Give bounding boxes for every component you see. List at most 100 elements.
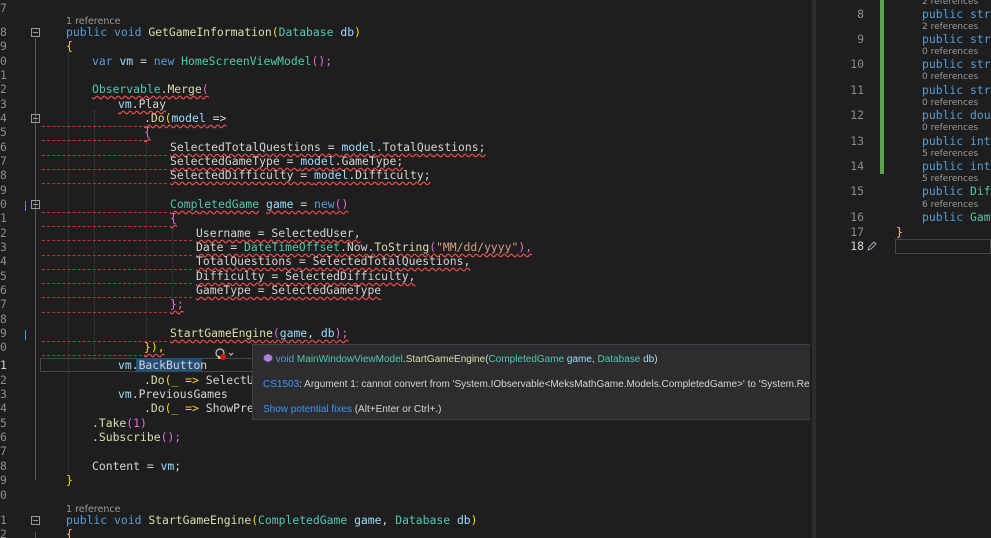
line-number: 4	[0, 111, 7, 125]
code-line[interactable]: Date = DateTimeOffset.Now.ToString("MM/d…	[196, 240, 532, 254]
code-line[interactable]: CompletedGame game = new()	[170, 197, 348, 211]
line-number: 1	[0, 513, 7, 527]
line-number: 6	[0, 140, 7, 154]
line-number: 5	[0, 125, 7, 139]
code-line[interactable]: public stri	[922, 84, 991, 96]
code-line[interactable]: .Subscribe();	[92, 430, 181, 444]
code-line[interactable]: SelectedTotalQuestions = model.TotalQues…	[170, 140, 485, 154]
code-line[interactable]: var vm = new HomeScreenViewModel();	[92, 54, 332, 68]
line-number: 3	[0, 97, 7, 111]
line-number: 0	[0, 340, 7, 354]
code-line[interactable]: public int	[922, 160, 991, 172]
error-region-marker	[42, 266, 192, 270]
line-number: 2	[0, 527, 7, 538]
code-line[interactable]: Difficulty = SelectedDifficulty,	[196, 269, 415, 283]
collapse-toggle[interactable]: −	[31, 28, 40, 37]
outline-guide	[35, 532, 36, 538]
code-line[interactable]: vm.PreviousGames	[118, 387, 228, 401]
code-line[interactable]: }	[66, 473, 73, 487]
line-number: 5	[0, 269, 7, 283]
code-line[interactable]: }),	[144, 340, 165, 354]
line-number: 1	[0, 68, 7, 82]
fix-suggestion: Show potential fixes (Alt+Enter or Ctrl+…	[263, 404, 442, 415]
line-number: 7	[0, 1, 7, 15]
line-number: 9	[0, 39, 7, 53]
code-line[interactable]: vm.BackButton	[118, 358, 207, 372]
code-line[interactable]: {	[170, 211, 177, 225]
line-number: 1	[0, 211, 7, 225]
code-line[interactable]: StartGameEngine(game, db);	[170, 326, 348, 340]
code-line[interactable]: .Do(_ => SelectUs	[144, 373, 261, 387]
line-number: 7	[0, 154, 7, 168]
error-region-marker	[42, 166, 167, 170]
line-number: 13	[850, 134, 864, 148]
editor-pane-left[interactable]: − − − − 7 1 reference 8 9 0 1 2 3 4 5 6 …	[0, 0, 810, 538]
error-region-marker	[42, 237, 192, 241]
line-number: 9	[0, 326, 7, 340]
collapse-toggle[interactable]: −	[31, 200, 40, 209]
line-number: 16	[850, 210, 864, 224]
line-number: 2	[0, 373, 7, 387]
current-line-highlight	[895, 239, 991, 254]
error-region-marker	[42, 123, 147, 127]
code-line[interactable]: TotalQuestions = SelectedTotalQuestions,	[196, 254, 470, 268]
line-number: 8	[0, 459, 7, 473]
line-number: 7	[0, 297, 7, 311]
line-number: 0	[0, 488, 7, 502]
line-number: 18	[850, 239, 864, 253]
code-line[interactable]: public Diff	[922, 185, 991, 197]
line-number: 6	[0, 283, 7, 297]
indent-guide	[68, 52, 69, 476]
code-line[interactable]: public void GetGameInformation(Database …	[66, 25, 361, 39]
line-number: 0	[0, 197, 7, 211]
code-line[interactable]: .Do(model =>	[144, 111, 226, 125]
error-region-marker	[42, 252, 192, 256]
error-region-marker	[42, 309, 167, 313]
code-line[interactable]: .Do(_ => ShowPrev	[144, 401, 261, 415]
collapse-toggle[interactable]: −	[31, 114, 40, 123]
indent-guide	[146, 140, 147, 352]
code-line[interactable]: }	[896, 226, 903, 238]
code-line[interactable]: GameType = SelectedGameType	[196, 283, 381, 297]
code-line[interactable]: public doub	[922, 109, 991, 121]
code-line[interactable]: public stri	[922, 58, 991, 70]
code-lens-references[interactable]: 0 references	[922, 71, 978, 83]
error-code-link[interactable]: CS1503	[263, 379, 299, 390]
code-line[interactable]: };	[170, 297, 184, 311]
code-line[interactable]: public stri	[922, 8, 991, 20]
change-marker	[880, 0, 884, 174]
line-number: 2	[0, 82, 7, 96]
line-number: 10	[850, 57, 864, 71]
error-region-marker	[42, 280, 192, 284]
code-line[interactable]: public Game	[922, 211, 991, 223]
code-line[interactable]: SelectedDifficulty = model.Difficulty;	[170, 168, 431, 182]
collapse-toggle[interactable]: −	[31, 516, 40, 525]
line-number: 3	[0, 387, 7, 401]
show-potential-fixes-link[interactable]: Show potential fixes	[263, 404, 352, 415]
code-line[interactable]: public stri	[922, 33, 991, 45]
code-line[interactable]: Username = SelectedUser,	[196, 226, 361, 240]
code-lens-references[interactable]: 0 references	[922, 122, 978, 134]
line-number: 5	[0, 416, 7, 430]
code-line[interactable]: Observable.Merge(	[92, 82, 209, 96]
method-signature: void MainWindowViewModel.StartGameEngine…	[263, 353, 658, 365]
line-number: 1	[0, 358, 7, 372]
line-number: 11	[850, 83, 864, 97]
code-line[interactable]: vm.Play	[118, 97, 166, 111]
code-line[interactable]: SelectedGameType = model.GameType;	[170, 154, 403, 168]
error-quick-info-tooltip: void MainWindowViewModel.StartGameEngine…	[252, 344, 810, 420]
code-line[interactable]: {	[144, 125, 151, 139]
code-line[interactable]: {	[66, 39, 73, 53]
line-number: 9	[0, 473, 7, 487]
error-region-marker	[42, 209, 167, 213]
code-line[interactable]: Content = vm;	[92, 459, 181, 473]
error-message: CS1503: Argument 1: cannot convert from …	[263, 379, 810, 390]
editor-pane-right[interactable]: 2 references 8public stri 2 references 9…	[816, 0, 991, 538]
line-number: 9	[0, 183, 7, 197]
code-line[interactable]: .Take(1)	[92, 416, 147, 430]
quick-actions-lightbulb-icon[interactable]	[214, 347, 236, 361]
code-line[interactable]: {	[66, 527, 73, 538]
code-line[interactable]: public int	[922, 135, 991, 147]
code-line[interactable]: public void StartGameEngine(CompletedGam…	[66, 513, 478, 527]
line-number: 6	[0, 430, 7, 444]
